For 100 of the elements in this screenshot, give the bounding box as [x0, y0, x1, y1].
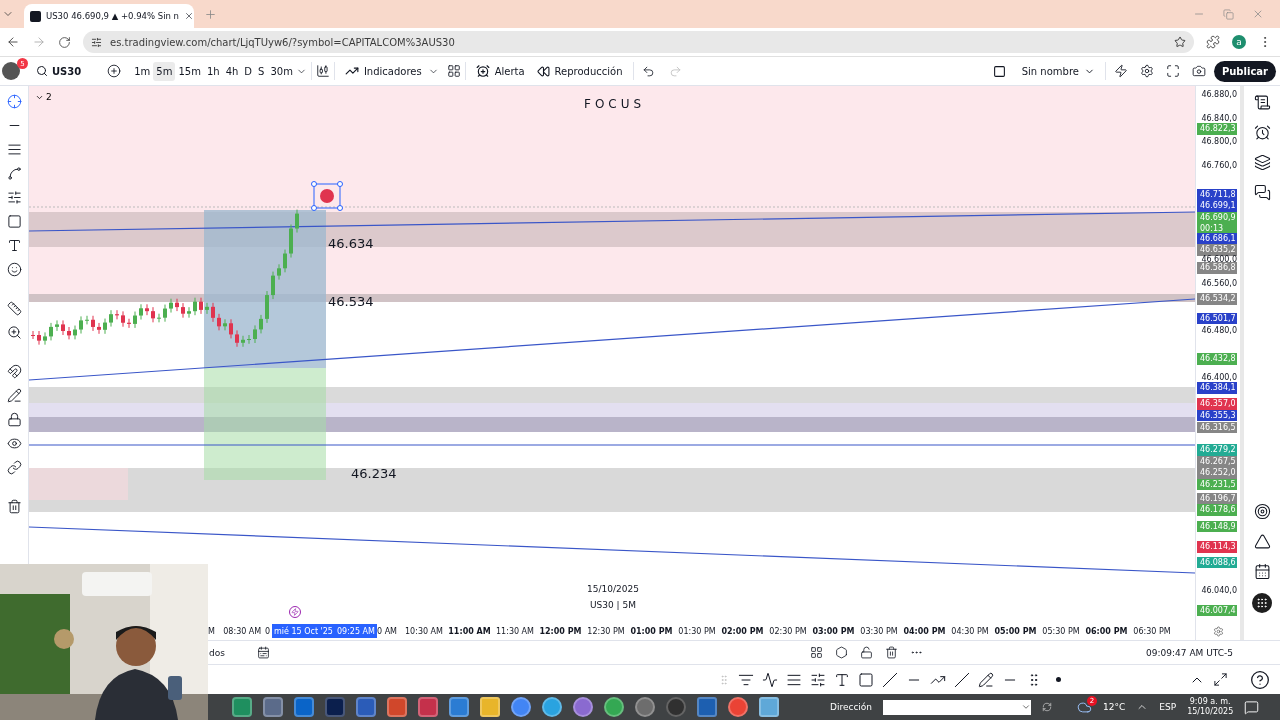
drag-handle-icon[interactable]: [718, 673, 730, 686]
eye-icon[interactable]: [6, 436, 22, 451]
text-tool-icon[interactable]: [834, 671, 850, 688]
levels-icon[interactable]: [810, 671, 826, 688]
price-tag: 46.432,8: [1197, 353, 1237, 365]
lightning-icon[interactable]: [289, 606, 301, 618]
candle: [115, 309, 119, 320]
segment-icon[interactable]: [954, 671, 970, 688]
path-icon[interactable]: [762, 671, 778, 688]
bookmark-star-icon[interactable]: [1174, 36, 1186, 48]
app-icon[interactable]: [573, 697, 593, 717]
axis-settings-icon[interactable]: [1212, 625, 1224, 637]
dot-icon[interactable]: [1056, 677, 1061, 682]
hexagon-icon[interactable]: [834, 646, 848, 659]
interval-button[interactable]: 30m: [267, 61, 296, 81]
ruler-icon[interactable]: [6, 301, 22, 316]
help-icon[interactable]: [1250, 669, 1270, 690]
chat-icon[interactable]: [1253, 184, 1271, 201]
app-icon[interactable]: [635, 697, 655, 717]
emoji-icon[interactable]: [6, 262, 22, 277]
interval-button[interactable]: 15m: [175, 61, 204, 81]
replay-button[interactable]: Reproducción: [530, 64, 629, 78]
settings-icon[interactable]: [1139, 64, 1154, 78]
search-icon: [36, 65, 48, 77]
ray-icon[interactable]: [882, 671, 898, 688]
collapse-toggle[interactable]: 2: [35, 92, 52, 102]
time-label: 01:00 PM: [629, 626, 674, 636]
address-field[interactable]: [883, 699, 1032, 715]
level-label: 46.634: [328, 236, 374, 251]
date-range-icon[interactable]: [256, 646, 270, 659]
fullscreen-icon[interactable]: [1165, 64, 1180, 78]
price-tag: 46.252,0: [1197, 467, 1237, 479]
zoom-in-icon[interactable]: [6, 325, 22, 340]
undo-icon[interactable]: [641, 64, 655, 78]
notifications-icon[interactable]: [1244, 699, 1260, 715]
time-label: 10:30 AM: [404, 626, 444, 636]
crosshair-icon[interactable]: [6, 94, 22, 109]
interval-button[interactable]: 5m: [153, 61, 176, 81]
app-icon[interactable]: [511, 697, 531, 717]
price-tag: 46.196,7: [1197, 492, 1237, 505]
triangle-icon[interactable]: [1253, 533, 1271, 550]
target-icon[interactable]: [1253, 503, 1271, 520]
extensions-icon[interactable]: [1206, 35, 1220, 49]
browser-tab[interactable]: US30 46.690,9 ▲ +0.94% Sin n: [24, 4, 194, 28]
shape-icon[interactable]: [6, 214, 22, 229]
layout-name-button[interactable]: Sin nombre: [986, 64, 1101, 78]
weather-icon[interactable]: [1077, 699, 1093, 715]
app-icon[interactable]: [728, 697, 748, 717]
price-tag: 46.384,1: [1197, 382, 1237, 394]
layers-icon[interactable]: [1253, 154, 1271, 171]
interval-button[interactable]: 4h: [222, 61, 242, 81]
back-icon[interactable]: [6, 35, 20, 49]
interval-button[interactable]: D: [241, 61, 256, 81]
text-icon[interactable]: [6, 238, 22, 253]
lines-icon[interactable]: [6, 142, 22, 157]
lock-icon[interactable]: [6, 412, 22, 427]
alert-button[interactable]: Alerta: [469, 64, 531, 78]
templates-icon[interactable]: [446, 64, 461, 78]
marker-icon[interactable]: [311, 181, 343, 211]
link-icon[interactable]: [6, 460, 22, 475]
chart-symbol: US30 | 5M: [589, 600, 637, 610]
profile-avatar[interactable]: a: [1232, 35, 1246, 49]
candle: [295, 209, 299, 233]
bottom-tab-label[interactable]: dos: [209, 647, 225, 658]
delete-icon[interactable]: [884, 646, 898, 659]
time-label: 02:00 PM: [720, 626, 765, 636]
candlestick-icon[interactable]: [315, 64, 330, 78]
site-settings-icon[interactable]: [91, 36, 102, 48]
compare-icon[interactable]: [107, 64, 122, 78]
apps-grid-icon[interactable]: [1252, 593, 1272, 613]
candle: [85, 315, 89, 325]
alarm-clock-icon[interactable]: [1253, 124, 1271, 141]
url-field[interactable]: es.tradingview.com/chart/LjqTUyw6/?symbol=CAPITALCOM%3AUS30: [83, 31, 1194, 53]
maximize-panel-icon[interactable]: [1213, 672, 1228, 687]
price-tag: 46.699,1: [1197, 200, 1237, 212]
user-avatar[interactable]: [2, 62, 20, 80]
candle: [193, 297, 197, 316]
publish-button[interactable]: Publicar: [1213, 60, 1276, 82]
interval-button[interactable]: 1h: [203, 61, 223, 81]
interval-button[interactable]: 1m: [131, 61, 154, 81]
price-tick: 46.880,0: [1201, 90, 1237, 100]
refresh-icon[interactable]: [1042, 702, 1053, 712]
rectangle-icon[interactable]: [858, 671, 874, 688]
taskbar-clock[interactable]: 9:09 a. m. 15/10/2025: [1187, 697, 1234, 717]
pencil-icon[interactable]: [6, 388, 22, 403]
close-tab-icon[interactable]: [184, 11, 194, 21]
symbol-search[interactable]: US30: [28, 65, 90, 77]
indicators-button[interactable]: Indicadores: [338, 64, 428, 78]
interval-button[interactable]: S: [255, 61, 268, 81]
camera-icon[interactable]: [1191, 64, 1206, 78]
app-icon[interactable]: [604, 697, 624, 717]
unlock-icon[interactable]: [859, 646, 873, 659]
candle: [235, 329, 239, 348]
reload-icon[interactable]: [58, 35, 71, 49]
trash-icon[interactable]: [6, 499, 22, 514]
app-icon[interactable]: [542, 697, 562, 717]
magnet-icon[interactable]: [6, 364, 22, 379]
watchlist-icon[interactable]: [1253, 94, 1271, 111]
calendar-icon[interactable]: [1253, 563, 1271, 580]
language-label[interactable]: ESP: [1159, 702, 1177, 712]
